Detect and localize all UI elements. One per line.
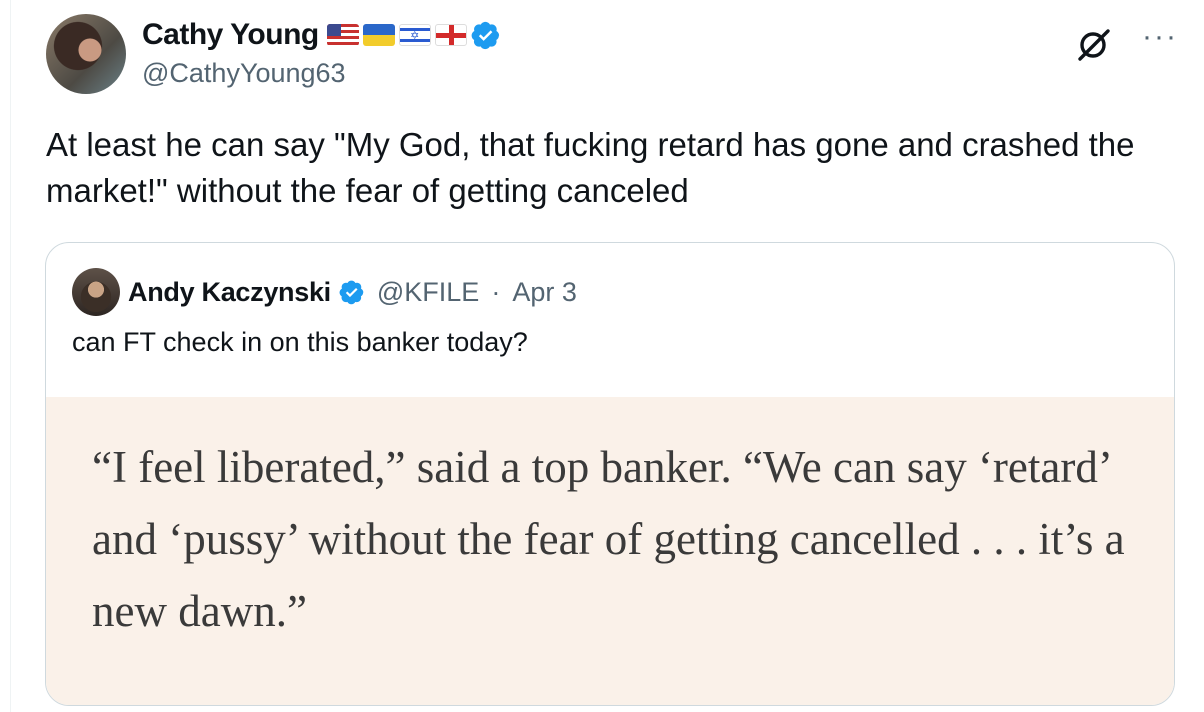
author-handle[interactable]: @CathyYoung63 bbox=[142, 58, 346, 89]
quoted-author-avatar[interactable] bbox=[72, 268, 120, 316]
author-avatar[interactable] bbox=[46, 14, 126, 94]
quoted-author-name[interactable]: Andy Kaczynski bbox=[128, 277, 331, 308]
verified-badge-icon[interactable] bbox=[339, 279, 365, 305]
quoted-header: Andy Kaczynski @KFILE · Apr 3 bbox=[72, 268, 577, 316]
media-quote-text: “I feel liberated,” said a top banker. “… bbox=[92, 442, 1125, 636]
verified-badge-icon[interactable] bbox=[471, 20, 501, 50]
us-flag-icon bbox=[326, 24, 359, 46]
quoted-handle[interactable]: @KFILE bbox=[377, 277, 479, 308]
israel-flag-icon: ✡ bbox=[398, 24, 431, 46]
georgia-flag-icon bbox=[434, 24, 467, 46]
more-icon[interactable]: ··· bbox=[1142, 22, 1178, 52]
grok-icon[interactable] bbox=[1072, 22, 1116, 66]
quoted-text: can FT check in on this banker today? bbox=[72, 327, 528, 357]
left-divider bbox=[10, 0, 11, 712]
meta-separator: · bbox=[491, 276, 501, 307]
quoted-date[interactable]: Apr 3 bbox=[512, 277, 577, 308]
ukraine-flag-icon bbox=[362, 24, 395, 46]
author-display-name[interactable]: Cathy Young bbox=[142, 18, 319, 52]
quoted-media-image[interactable]: “I feel liberated,” said a top banker. “… bbox=[46, 397, 1174, 705]
author-name-row: Cathy Young ✡ bbox=[142, 16, 501, 54]
quoted-tweet[interactable]: Andy Kaczynski @KFILE · Apr 3 can FT che… bbox=[45, 242, 1175, 706]
tweet-text: At least he can say "My God, that fuckin… bbox=[46, 126, 1135, 209]
